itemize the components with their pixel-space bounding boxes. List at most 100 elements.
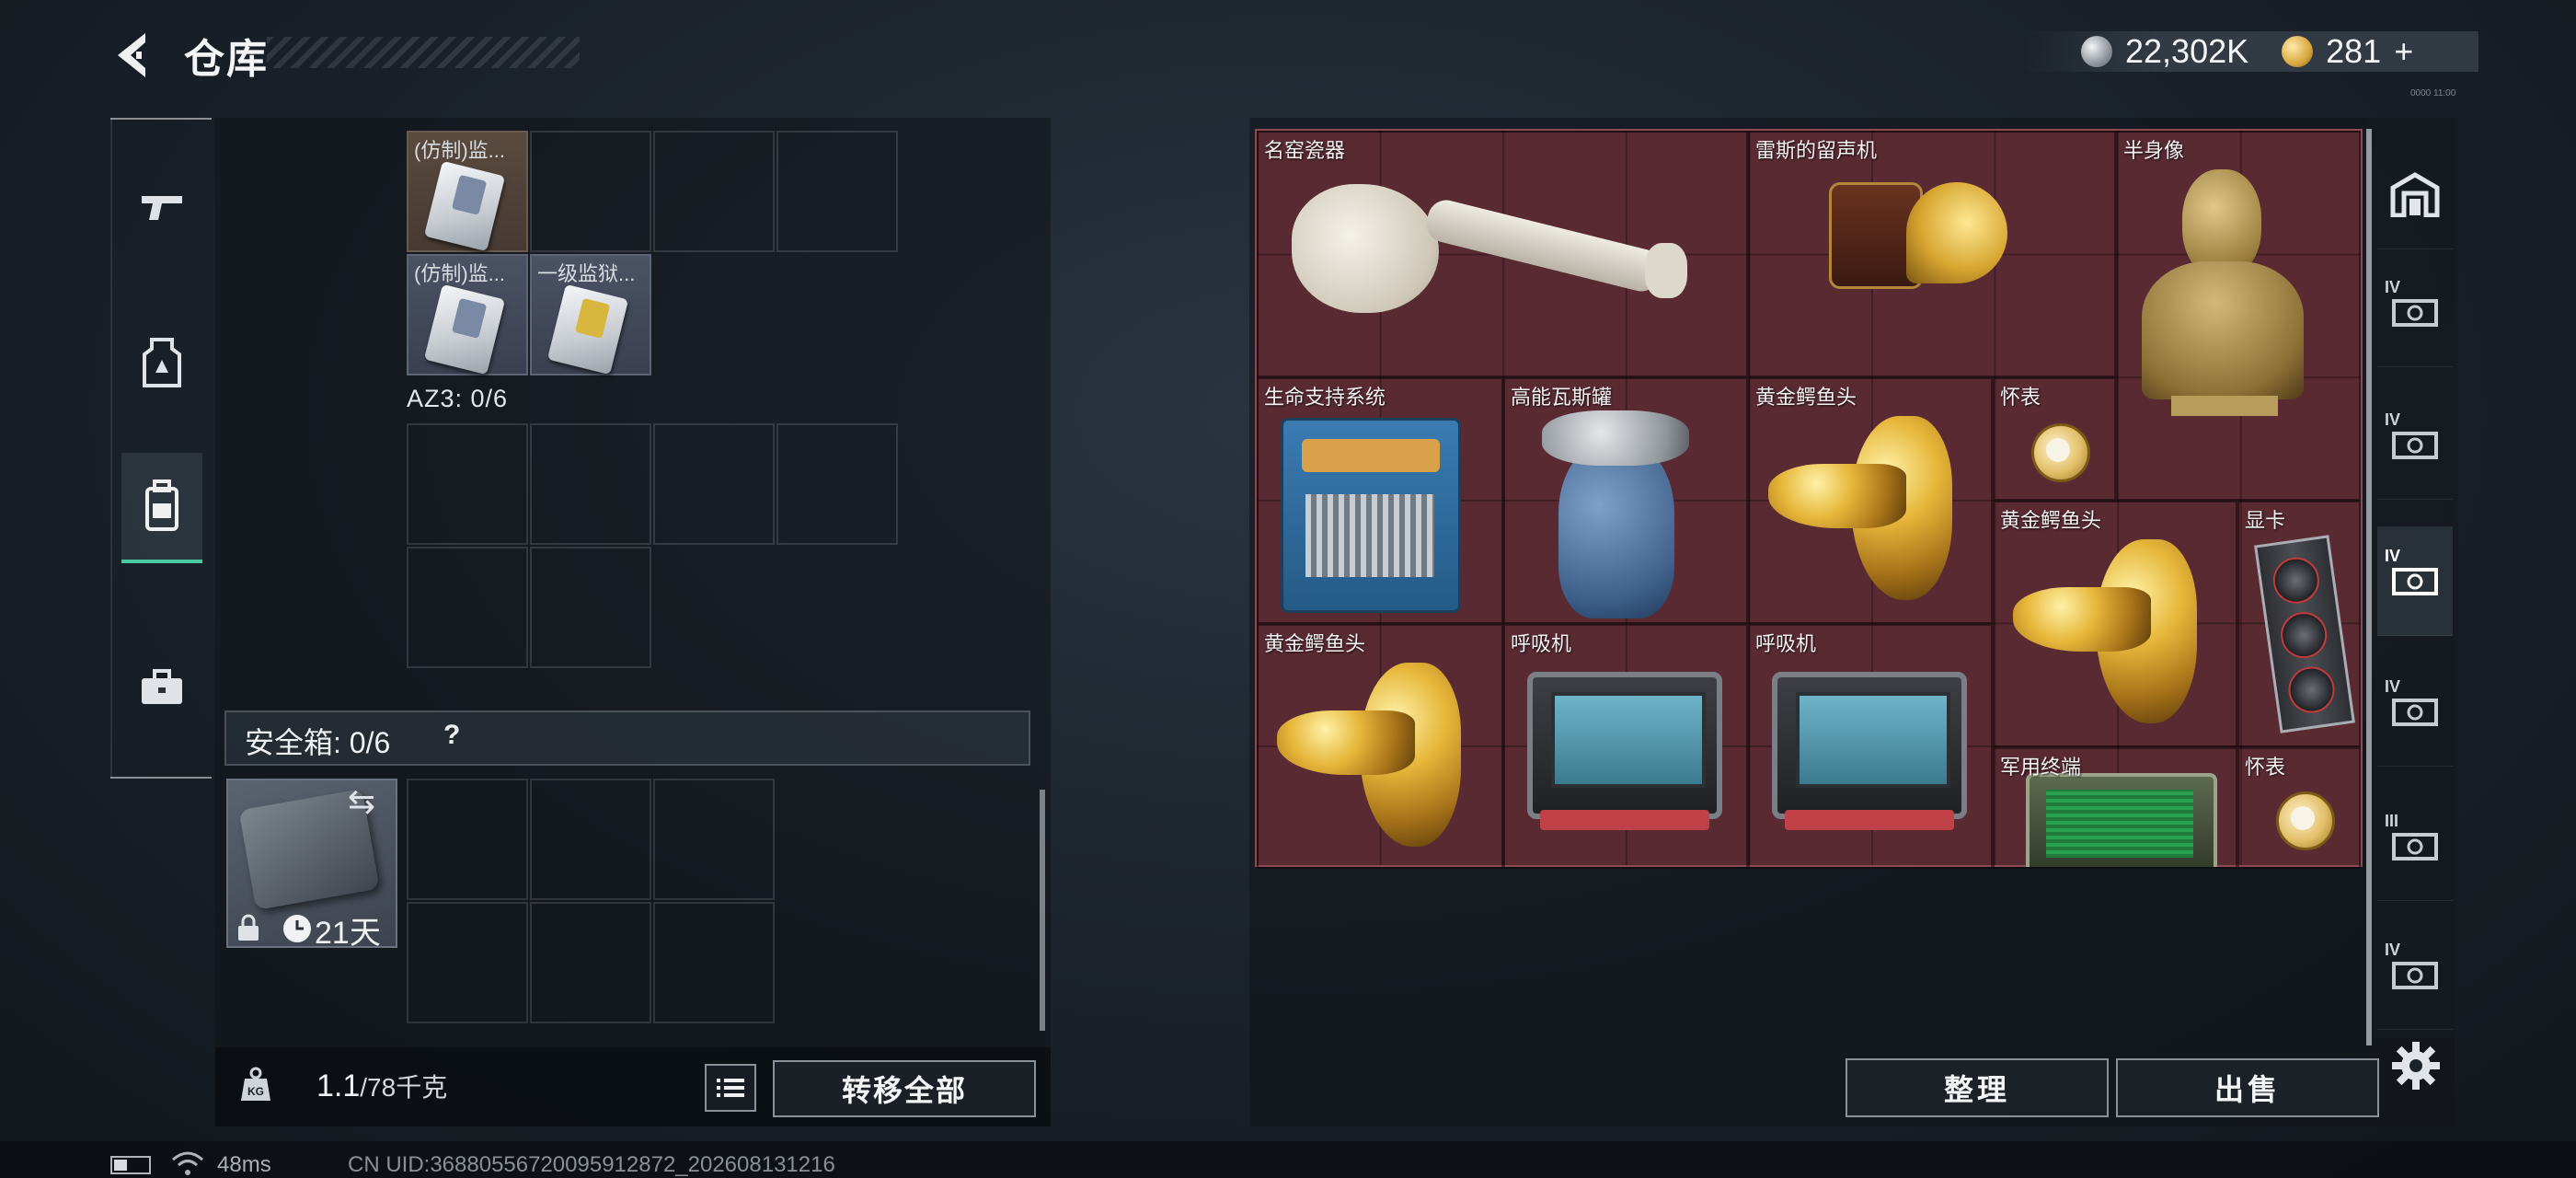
help-button[interactable]: ? [443,720,460,751]
backpack-icon [145,479,178,531]
safebox-slot[interactable] [530,902,651,1023]
storage-item[interactable]: 军用终端 [1993,747,2237,869]
empty-slot[interactable] [776,131,898,252]
crate-level: III [2385,812,2399,830]
svg-text:KG: KG [247,1085,264,1098]
empty-slot[interactable] [530,423,651,545]
gas-tank-image [1558,444,1674,618]
storage-item[interactable]: 黄金鳄鱼头 [1748,377,1993,624]
lock-icon [238,914,259,941]
empty-slot[interactable] [407,547,528,668]
porcelain-cap [1645,243,1687,298]
inventory-item[interactable]: (仿制)监... [407,254,528,375]
item-name: 怀表 [2245,756,2286,779]
item-name: 一级监狱... [537,262,636,285]
storage-item[interactable]: 黄金鳄鱼头 [1257,624,1503,869]
pocket-watch-image [2031,423,2090,482]
rail-scrollbar[interactable] [2366,129,2372,1045]
storage-item[interactable]: 名窑瓷器 [1257,131,1748,377]
gas-stove [1542,410,1689,466]
item-name: 呼吸机 [1511,632,1572,655]
tab-storage-crate[interactable]: IV [2377,390,2453,500]
tab-weapons[interactable] [121,156,202,258]
tab-armor[interactable] [121,313,202,414]
pistol-icon [142,196,182,220]
tab-main-storage[interactable] [2377,140,2453,249]
item-name: 黄金鳄鱼头 [1755,386,1857,409]
add-gold-button[interactable]: + [2394,32,2413,71]
empty-slot[interactable] [530,131,651,252]
empty-slot[interactable] [653,131,775,252]
safebox-slot[interactable] [653,902,775,1023]
storage-item[interactable]: 生命支持系统 [1257,377,1503,624]
transfer-all-button[interactable]: 转移全部 [773,1060,1036,1117]
safebox-slot[interactable] [653,779,775,900]
tab-storage-crate[interactable]: III [2377,791,2453,901]
storage-item[interactable]: 怀表 [1993,377,2116,501]
safebox-slot[interactable] [530,779,651,900]
crate-level: IV [2385,941,2401,959]
safebox-slot[interactable] [407,779,528,900]
empty-slot[interactable] [776,423,898,545]
container-icon [2390,172,2440,217]
empty-slot[interactable] [530,547,651,668]
organize-button[interactable]: 整理 [1846,1058,2109,1117]
vest-icon [143,338,181,387]
empty-slot[interactable] [653,423,775,545]
crate-level: IV [2385,410,2401,429]
tab-storage-crate[interactable]: IV [2377,920,2453,1030]
crate-icon [2392,833,2438,860]
silver-coin-icon [2081,36,2112,67]
keycard-image [546,283,629,375]
currency-bar: 22,302K 281 + [2022,31,2478,72]
storage-item[interactable]: 高能瓦斯罐 [1503,377,1748,624]
item-name: 军用终端 [2000,756,2082,779]
swap-icon[interactable]: ⇆ [348,782,375,821]
crate-icon [2392,699,2438,726]
storage-grid: 名窑瓷器 雷斯的留声机 半身像 生命支持系统 高能瓦斯罐 黄金鳄鱼头 怀表 黄金… [1255,129,2363,869]
pocket-watch-image [2276,791,2335,850]
item-name: 黄金鳄鱼头 [2000,509,2102,532]
tab-backpack[interactable] [121,453,202,563]
sell-button[interactable]: 出售 [2116,1058,2379,1117]
item-name: 怀表 [2000,386,2041,409]
storage-item[interactable]: 呼吸机 [1748,624,1993,869]
life-support-image [1281,418,1461,613]
crate-level: IV [2385,278,2401,296]
ventilator-base [1540,810,1709,830]
build-tag: 0000 11:00 [2410,88,2456,98]
safebox-slot[interactable] [407,902,528,1023]
safebox-days: 21天 [315,916,381,951]
tab-toolbox[interactable] [121,637,202,738]
storage-item[interactable]: 半身像 [2116,131,2361,501]
inventory-item[interactable]: 一级监狱... [530,254,651,375]
item-name: 显卡 [2245,509,2286,532]
weight-icon: KG [241,1067,270,1101]
storage-item[interactable]: 黄金鳄鱼头 [1993,501,2237,747]
storage-item[interactable]: 呼吸机 [1503,624,1748,869]
ventilator-screen [1551,692,1706,788]
tab-storage-crate-active[interactable]: IV [2377,526,2453,636]
tab-storage-crate[interactable]: IV [2377,657,2453,767]
uid-readout: CN UID:36880556720095912872_202608131216 [348,1152,835,1177]
settings-gear-icon[interactable] [2388,1038,2444,1093]
crate-icon [2392,962,2438,989]
crate-level: IV [2385,547,2401,565]
clock-icon [283,915,311,942]
list-icon [717,1079,744,1097]
back-button[interactable] [109,28,164,83]
keycard-image [423,283,506,375]
storage-item[interactable]: 显卡 [2237,501,2361,747]
list-view-button[interactable] [705,1064,756,1112]
crate-icon [2392,432,2438,459]
storage-item[interactable]: 怀表 [2237,747,2361,869]
porcelain-image [1292,184,1439,313]
weight-value: 1.1 [316,1068,361,1103]
storage-item[interactable]: 雷斯的留声机 [1748,131,2116,377]
crate-icon [2392,568,2438,595]
empty-slot[interactable] [407,423,528,545]
tab-storage-crate[interactable]: IV [2377,258,2453,367]
scrollbar[interactable] [1040,790,1045,1031]
page-title: 仓库 [184,37,269,82]
inventory-item[interactable]: (仿制)监... [407,131,528,252]
